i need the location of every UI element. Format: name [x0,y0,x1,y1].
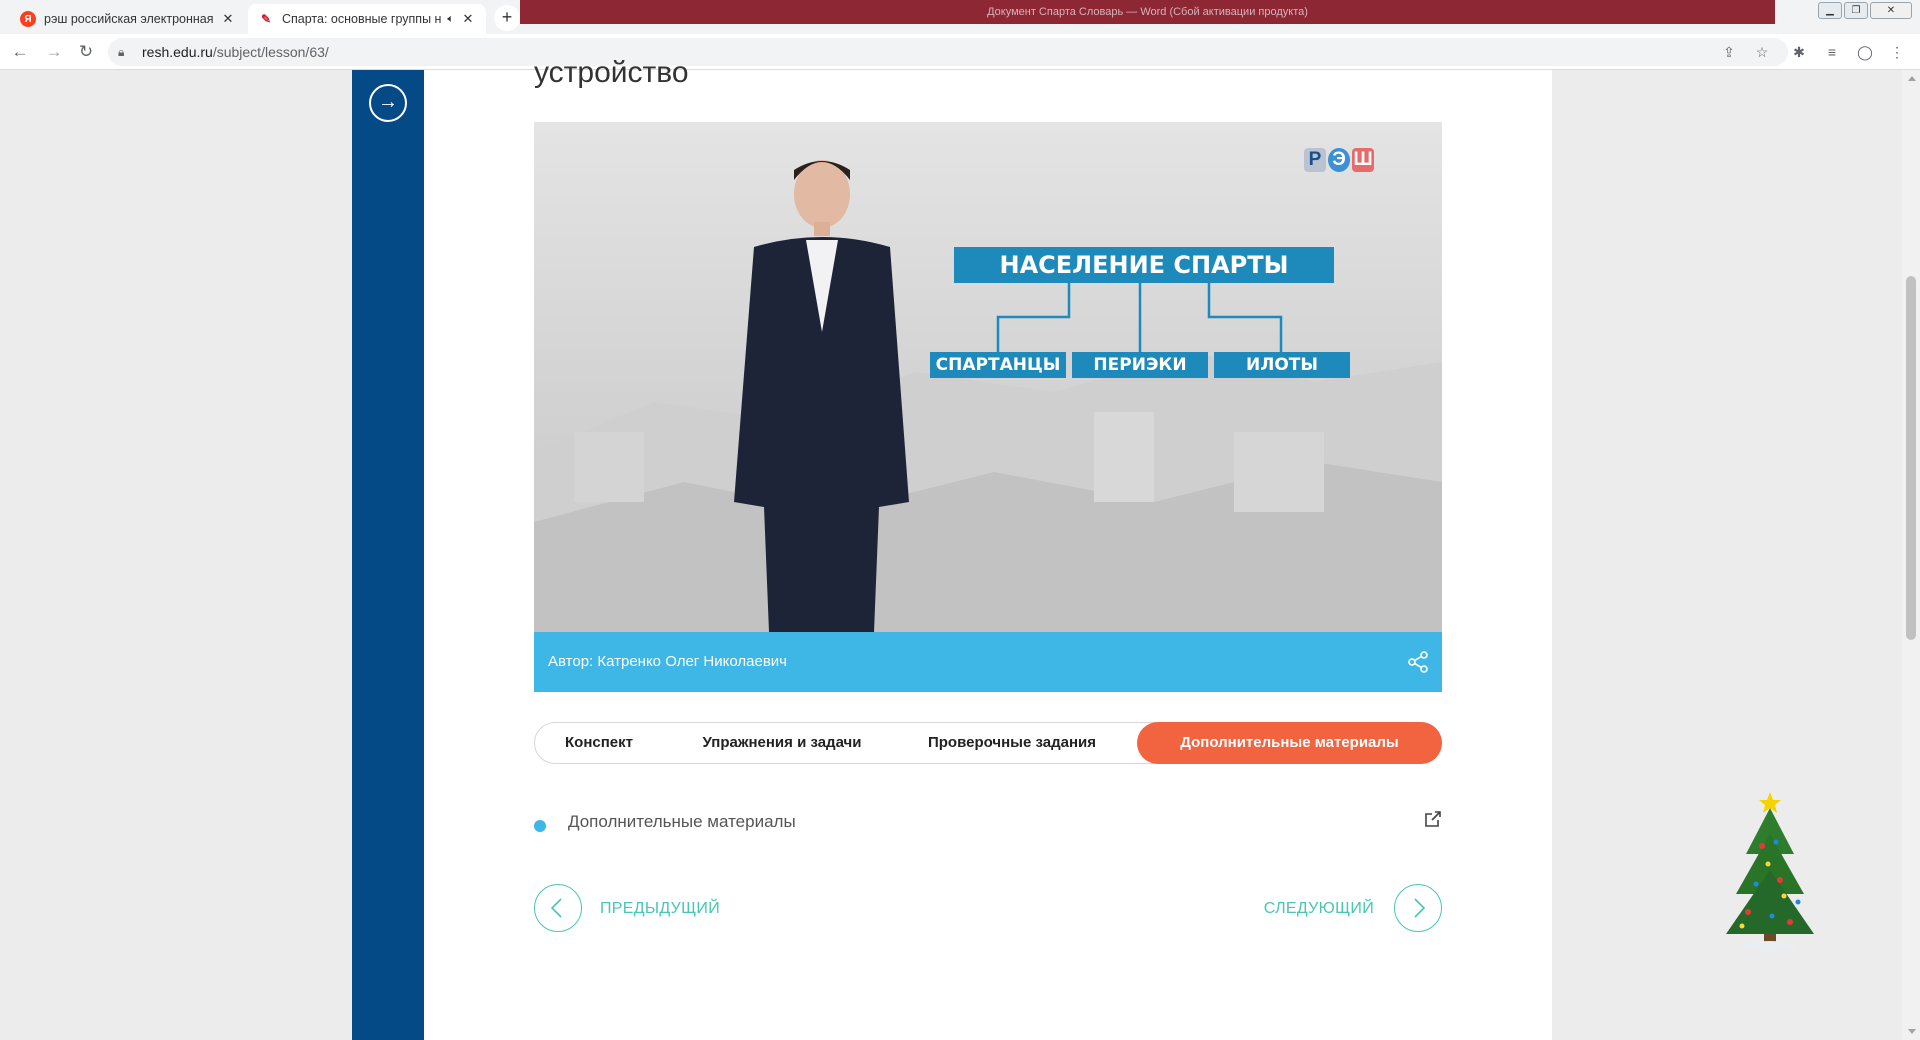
reload-button[interactable]: ↻ [74,40,98,64]
tab-tests[interactable]: Проверочные задания [909,723,1115,763]
tab-strip: Документ Спарта Словарь — Word (Сбой акт… [0,0,1920,34]
bookmark-star-icon[interactable]: ☆ [1751,41,1773,63]
video-player[interactable]: Р Э Ш НАСЕЛЕНИЕ СПАРТЫ СПАРТАНЦЫ ПЕРИЭКИ… [534,122,1442,632]
window-controls: ▁ ❐ ✕ [1818,2,1912,19]
tab-title: Спарта: основные группы н [282,12,442,26]
address-bar[interactable]: 🔒︎ resh.edu.ru/subject/lesson/63/ [108,38,1788,66]
diagram-item: ИЛОТЫ [1214,352,1350,378]
scrollbar-thumb[interactable] [1906,276,1916,640]
restore-button[interactable]: ❐ [1844,2,1868,19]
page-scrollbar[interactable] [1902,70,1920,1040]
scroll-down-icon[interactable] [1908,1029,1916,1034]
browser-tab-search[interactable]: Я рэш российская электронная ш ✕ [10,4,246,34]
tab-title: рэш российская электронная ш [44,12,214,26]
author-text: Автор: Катренко Олег Николаевич [548,653,787,670]
sidebar-expand-icon[interactable]: → [369,84,407,122]
close-tab-icon[interactable]: ✕ [460,11,476,27]
resh-icon: ✎ [258,11,274,27]
scroll-up-icon[interactable] [1908,76,1916,81]
chevron-left-icon [550,898,562,918]
url-path: /subject/lesson/63/ [212,44,329,60]
tab-konspekt[interactable]: Конспект [539,723,659,763]
lesson-tabs: Конспект Упражнения и задачи Проверочные… [534,722,1442,764]
diagram-item: ПЕРИЭКИ [1072,352,1208,378]
material-link[interactable]: Дополнительные материалы [568,812,796,832]
previous-button[interactable] [534,884,582,932]
speaker-icon[interactable]: 🔈︎ [447,13,454,26]
next-label[interactable]: СЛЕДУЮЩИЙ [1264,900,1374,918]
tab-exercises[interactable]: Упражнения и задачи [675,723,889,763]
resh-logo: Р Э Ш [1304,148,1374,172]
minimize-button[interactable]: ▁ [1818,2,1842,19]
bullet-icon [534,820,546,832]
yandex-icon: Я [20,11,36,27]
lock-icon: 🔒︎ [118,45,125,59]
extensions-icon[interactable]: ✱ [1788,41,1810,63]
logo-letter: Э [1328,148,1350,172]
lesson-title: устройство [534,56,689,89]
next-button[interactable] [1394,884,1442,932]
lesson-pager: ПРЕДЫДУЩИЙ СЛЕДУЮЩИЙ [534,884,1442,932]
share-page-icon[interactable]: ⇪ [1718,41,1740,63]
browser-toolbar: ← → ↻ 🔒︎ resh.edu.ru/subject/lesson/63/ … [0,34,1920,70]
list-item[interactable]: Дополнительные материалы [534,808,1442,838]
forward-button[interactable]: → [42,40,66,64]
profile-avatar-icon[interactable]: ◯ [1854,41,1876,63]
close-window-button[interactable]: ✕ [1870,2,1912,19]
christmas-tree-icon [1726,792,1814,951]
close-tab-icon[interactable]: ✕ [220,11,236,27]
chevron-right-icon [1414,898,1426,918]
back-button[interactable]: ← [8,40,32,64]
previous-label[interactable]: ПРЕДЫДУЩИЙ [600,900,720,918]
diagram-title: НАСЕЛЕНИЕ СПАРТЫ [954,247,1334,283]
browser-tab-lesson[interactable]: ✎ Спарта: основные группы н 🔈︎ ✕ [248,4,486,34]
logo-letter: Р [1304,148,1326,172]
author-bar: Автор: Катренко Олег Николаевич [534,632,1442,692]
url-host: resh.edu.ru [142,44,213,60]
logo-letter: Ш [1352,148,1374,172]
share-icon[interactable] [1406,650,1430,674]
reading-list-icon[interactable]: ≡ [1821,41,1843,63]
new-tab-button[interactable]: + [494,5,520,31]
external-link-icon[interactable] [1424,810,1442,828]
left-sidebar: → [352,70,424,1040]
diagram-item: СПАРТАНЦЫ [930,352,1066,378]
menu-kebab-icon[interactable]: ⋮ [1886,41,1908,63]
tab-additional-materials[interactable]: Дополнительные материалы [1137,722,1442,764]
background-window-title: Документ Спарта Словарь — Word (Сбой акт… [520,0,1775,24]
